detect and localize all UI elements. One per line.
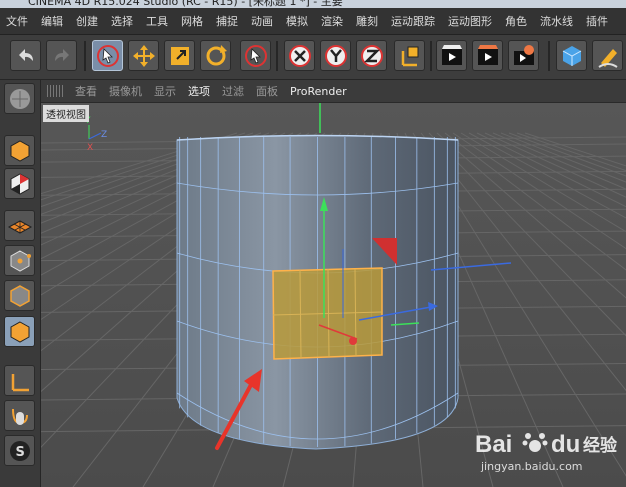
- viewport-menu-item[interactable]: 摄像机: [103, 83, 148, 99]
- polygons-icon: [10, 320, 29, 343]
- toolbar-separator: [548, 41, 550, 71]
- toolbar-button-redo[interactable]: [46, 40, 77, 71]
- toolbar-button-live-select[interactable]: [240, 40, 271, 71]
- mode-palette: S: [0, 80, 41, 487]
- toolbar-separator: [84, 41, 86, 71]
- render-view-icon: [441, 44, 462, 65]
- toolbar-button-undo[interactable]: [10, 40, 41, 71]
- watermark-brand-a: Bai: [475, 431, 512, 458]
- points-icon: [10, 249, 31, 272]
- toolbar-button-render-settings[interactable]: [508, 40, 539, 71]
- viewport-orientation-gizmo: [88, 125, 102, 140]
- window-title-bar: CINEMA 4D R15.024 Studio (RC - R15) - [未…: [0, 0, 626, 8]
- menu-item[interactable]: 雕刻: [350, 13, 385, 29]
- menu-item[interactable]: 网格: [175, 13, 210, 29]
- tweak-icon: [11, 408, 28, 425]
- svg-text:S: S: [15, 445, 24, 460]
- watermark-logo: Bai du 经验 jingyan.baidu.com: [475, 431, 618, 473]
- make-editable-icon: [9, 88, 30, 109]
- watermark-url: jingyan.baidu.com: [480, 460, 583, 473]
- menu-item[interactable]: 角色: [499, 13, 534, 29]
- toolbar-separator: [430, 41, 432, 71]
- menu-item[interactable]: 捕捉: [210, 13, 245, 29]
- window-title: CINEMA 4D R15.024 Studio (RC - R15) - [未…: [28, 0, 343, 8]
- menu-item[interactable]: 插件: [580, 13, 615, 29]
- snap-icon: S: [9, 440, 30, 461]
- axis-icon: [11, 373, 29, 391]
- menu-item[interactable]: 运动图形: [442, 13, 499, 29]
- toolbar-button-move[interactable]: [128, 40, 159, 71]
- x-axis-icon: [288, 44, 311, 67]
- palette-button-snap[interactable]: S: [4, 435, 35, 466]
- palette-button-model[interactable]: [4, 135, 35, 166]
- viewport-menu-item[interactable]: 显示: [148, 83, 182, 99]
- main-toolbar: [0, 35, 626, 80]
- coordinate-system-icon: [401, 46, 418, 66]
- toolbar-button-scale[interactable]: [164, 40, 195, 71]
- palette-button-polygons[interactable]: [4, 316, 35, 347]
- render-settings-icon: [513, 44, 534, 65]
- viewport-menu-item[interactable]: 选项: [182, 83, 216, 99]
- toolbar-button-render-view[interactable]: [436, 40, 467, 71]
- toolbar-separator: [276, 41, 278, 71]
- viewport-menu-bar: 查看 摄像机 显示 选项 过滤 面板 ProRender: [41, 80, 626, 103]
- render-picture-icon: [477, 44, 498, 65]
- menu-item[interactable]: 模拟: [280, 13, 315, 29]
- viewport-menu-item[interactable]: ProRender: [284, 85, 353, 98]
- gizmo-label-x: X: [87, 143, 93, 153]
- palette-button-edges[interactable]: [4, 280, 35, 311]
- palette-button-points[interactable]: [4, 245, 35, 276]
- pen-icon: [597, 48, 618, 68]
- menu-item[interactable]: 渲染: [315, 13, 350, 29]
- rotate-icon: [206, 44, 227, 65]
- toolbar-button-move-select[interactable]: [92, 40, 123, 71]
- palette-button-texture[interactable]: [4, 168, 35, 199]
- redo-icon: [54, 48, 69, 61]
- toolbar-button-z-axis[interactable]: [356, 40, 387, 71]
- menu-item[interactable]: 动画: [245, 13, 280, 29]
- menu-item[interactable]: 创建: [70, 13, 105, 29]
- toolbar-button-x-axis[interactable]: [284, 40, 315, 71]
- viewport-menu-item[interactable]: 过滤: [216, 83, 250, 99]
- toolbar-button-cube[interactable]: [556, 40, 587, 71]
- gizmo-label-z: Z: [101, 130, 107, 140]
- model-icon: [10, 139, 29, 162]
- move-icon: [132, 44, 155, 67]
- cube-icon: [562, 45, 581, 66]
- y-axis-icon: [324, 44, 347, 67]
- menu-item[interactable]: 编辑: [35, 13, 70, 29]
- watermark-brand-b: du: [551, 431, 580, 458]
- viewport-view-label[interactable]: 透视视图: [43, 105, 89, 122]
- toolbar-button-pen[interactable]: [592, 40, 623, 71]
- viewport-menu-item[interactable]: 查看: [69, 83, 103, 99]
- move-select-icon: [96, 44, 119, 67]
- menu-item[interactable]: 选择: [105, 13, 140, 29]
- main-menu-bar: 文件 编辑 创建 选择 工具 网格 捕捉 动画 模拟 渲染 雕刻 运动跟踪 运动图形 角色 流水线 插件: [0, 8, 626, 35]
- toolbar-button-render-picture[interactable]: [472, 40, 503, 71]
- menu-item[interactable]: 文件: [0, 13, 35, 29]
- toolbar-button-y-axis[interactable]: [320, 40, 351, 71]
- viewport-grip-icon[interactable]: [47, 85, 63, 97]
- baidu-watermark: Bai du 经验 jingyan.baidu.com: [475, 420, 625, 483]
- edges-icon: [9, 284, 30, 307]
- scale-icon: [170, 46, 189, 65]
- paw-icon: [522, 433, 548, 452]
- palette-button-tweak[interactable]: [4, 400, 35, 431]
- live-select-icon: [244, 44, 267, 67]
- palette-button-axis[interactable]: [4, 365, 35, 396]
- menu-item[interactable]: 流水线: [534, 13, 580, 29]
- palette-button-make-editable[interactable]: [4, 83, 35, 114]
- palette-button-workplane[interactable]: [4, 210, 35, 241]
- toolbar-button-coordinate-system[interactable]: [394, 40, 425, 71]
- texture-icon: [10, 172, 29, 195]
- menu-item[interactable]: 运动跟踪: [385, 13, 442, 29]
- menu-item[interactable]: 工具: [140, 13, 175, 29]
- toolbar-button-rotate[interactable]: [200, 40, 231, 71]
- z-axis-icon: [360, 44, 383, 67]
- workplane-icon: [7, 219, 32, 234]
- viewport-menu-item[interactable]: 面板: [250, 83, 284, 99]
- undo-icon: [18, 48, 33, 61]
- watermark-brand-cn: 经验: [583, 435, 618, 456]
